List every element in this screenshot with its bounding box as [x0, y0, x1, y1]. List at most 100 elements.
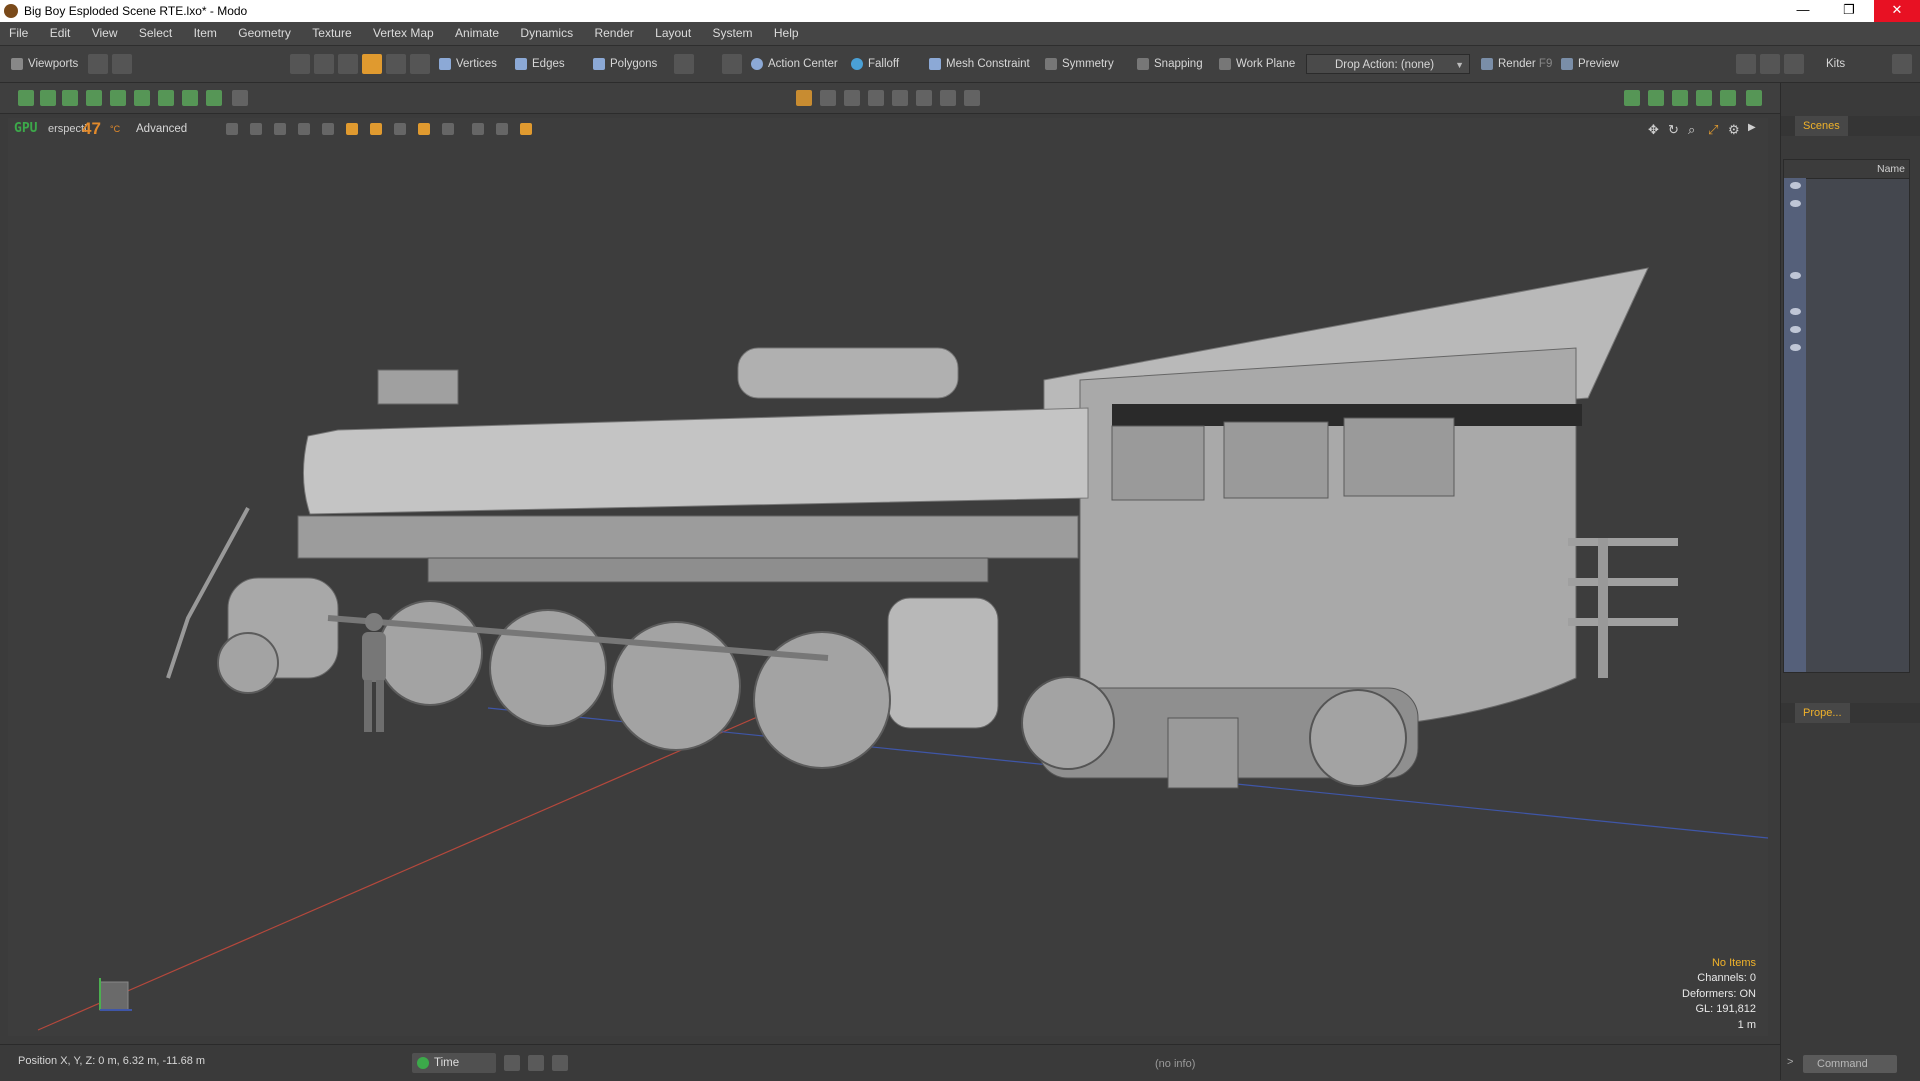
dof-icon[interactable]: [442, 123, 454, 135]
box-icon[interactable]: [182, 90, 198, 106]
image-icon[interactable]: [1696, 90, 1712, 106]
curve-icon[interactable]: [892, 90, 908, 106]
viewports-button[interactable]: Viewports: [6, 54, 84, 74]
restore-button[interactable]: ❐: [1826, 0, 1872, 22]
visibility-eye-icon[interactable]: [1790, 200, 1801, 207]
ao-icon[interactable]: [370, 123, 382, 135]
drop-action-select[interactable]: Drop Action: (none) ▼: [1306, 54, 1470, 74]
menu-item[interactable]: Item: [185, 22, 226, 44]
preview-button[interactable]: Preview: [1556, 54, 1625, 74]
shading-mode[interactable]: Advanced: [136, 123, 187, 135]
orbit-icon[interactable]: ↻: [1668, 122, 1679, 138]
nodes-icon[interactable]: [1672, 90, 1688, 106]
material-mode-icon[interactable]: [674, 54, 694, 74]
layers-icon[interactable]: [1648, 90, 1664, 106]
dopesheet-icon[interactable]: [552, 1055, 568, 1071]
name-column-header[interactable]: Name: [1877, 163, 1905, 175]
auto-key-icon[interactable]: [722, 54, 742, 74]
scene-item-list[interactable]: Name: [1783, 159, 1910, 673]
bounds-icon[interactable]: [158, 90, 174, 106]
select-auto-icon[interactable]: [362, 54, 382, 74]
visibility-eye-icon[interactable]: [1790, 272, 1801, 279]
command-input[interactable]: Command: [1803, 1055, 1897, 1073]
viewport-gear-icon[interactable]: ⚙: [1728, 122, 1740, 138]
menu-select[interactable]: Select: [130, 22, 181, 44]
select-tool-icon[interactable]: [290, 54, 310, 74]
menu-file[interactable]: File: [0, 22, 37, 44]
screen-icon[interactable]: [1892, 54, 1912, 74]
visibility-eye-icon[interactable]: [1790, 308, 1801, 315]
lighting-icon[interactable]: [322, 123, 334, 135]
camera-view-icon[interactable]: [916, 90, 932, 106]
tab-properties[interactable]: Prope...: [1795, 703, 1850, 723]
falloff-button[interactable]: Falloff: [846, 54, 905, 74]
camera-icon[interactable]: [86, 90, 102, 106]
grid-icon[interactable]: [40, 90, 56, 106]
add-layer-icon[interactable]: [1746, 90, 1762, 106]
stack-icon[interactable]: [110, 90, 126, 106]
zoom-icon[interactable]: [1784, 54, 1804, 74]
layout-toggle-icon[interactable]: [1736, 54, 1756, 74]
menu-system[interactable]: System: [704, 22, 762, 44]
grid-toggle-icon[interactable]: [250, 123, 262, 135]
shield-materials-icon[interactable]: [410, 54, 430, 74]
menu-help[interactable]: Help: [765, 22, 808, 44]
gear-green-icon[interactable]: [1720, 90, 1736, 106]
visibility-eye-icon[interactable]: [1790, 326, 1801, 333]
symmetry-button[interactable]: Symmetry: [1040, 54, 1120, 74]
menu-edit[interactable]: Edit: [41, 22, 80, 44]
action-center-button[interactable]: Action Center: [746, 54, 844, 74]
edges-button[interactable]: Edges: [510, 54, 571, 74]
transform-icon[interactable]: [868, 90, 884, 106]
menu-vertex-map[interactable]: Vertex Map: [364, 22, 443, 44]
list-icon[interactable]: [1624, 90, 1640, 106]
frame-icon[interactable]: [496, 123, 508, 135]
polygons-button[interactable]: Polygons: [588, 54, 663, 74]
camera-frame-icon[interactable]: [520, 123, 532, 135]
viewport-menu-icon[interactable]: ▶: [1748, 122, 1756, 133]
render-button[interactable]: Render F9: [1476, 54, 1558, 74]
menu-texture[interactable]: Texture: [303, 22, 360, 44]
fog-icon[interactable]: [394, 123, 406, 135]
menu-render[interactable]: Render: [585, 22, 642, 44]
maximize-view-icon[interactable]: ⤢: [1708, 122, 1718, 138]
visibility-eye-icon[interactable]: [1790, 344, 1801, 351]
menu-dynamics[interactable]: Dynamics: [511, 22, 582, 44]
rotate-tool-icon[interactable]: [820, 90, 836, 106]
settings-sliders-icon[interactable]: [112, 54, 132, 74]
texture-icon[interactable]: [298, 123, 310, 135]
shield-select-icon[interactable]: [386, 54, 406, 74]
safe-area-icon[interactable]: [472, 123, 484, 135]
graph-icon[interactable]: [528, 1055, 544, 1071]
menu-layout[interactable]: Layout: [646, 22, 700, 44]
select-items-icon[interactable]: [314, 54, 334, 74]
view-name[interactable]: erspecti: [48, 123, 87, 135]
figure-icon[interactable]: [62, 90, 78, 106]
timeline-icon[interactable]: [504, 1055, 520, 1071]
select-pivot-icon[interactable]: [338, 54, 358, 74]
reflection-icon[interactable]: [418, 123, 430, 135]
menu-geometry[interactable]: Geometry: [229, 22, 300, 44]
kits-button[interactable]: Kits: [1808, 54, 1845, 74]
shadow-icon[interactable]: [346, 123, 358, 135]
menu-view[interactable]: View: [83, 22, 127, 44]
pan-icon[interactable]: ✥: [1648, 122, 1659, 138]
backface-icon[interactable]: [274, 123, 286, 135]
visibility-eye-icon[interactable]: [1790, 182, 1801, 189]
scale-tool-icon[interactable]: [844, 90, 860, 106]
menu-animate[interactable]: Animate: [446, 22, 508, 44]
panel-toggle-icon[interactable]: [1760, 54, 1780, 74]
work-plane-button[interactable]: Work Plane: [1214, 54, 1301, 74]
tab-scenes[interactable]: Scenes: [1795, 116, 1848, 136]
snapping-button[interactable]: Snapping: [1132, 54, 1209, 74]
time-button[interactable]: Time: [412, 1053, 496, 1073]
close-button[interactable]: ✕: [1874, 0, 1920, 22]
plus-icon[interactable]: [964, 90, 980, 106]
3d-viewport[interactable]: [8, 118, 1768, 1036]
layout-icon[interactable]: [88, 54, 108, 74]
move-tool-icon[interactable]: [796, 90, 812, 106]
add-icon[interactable]: [206, 90, 222, 106]
search-icon[interactable]: [232, 90, 248, 106]
vertices-button[interactable]: Vertices: [434, 54, 503, 74]
zoom-view-icon[interactable]: ⌕: [1688, 122, 1695, 138]
